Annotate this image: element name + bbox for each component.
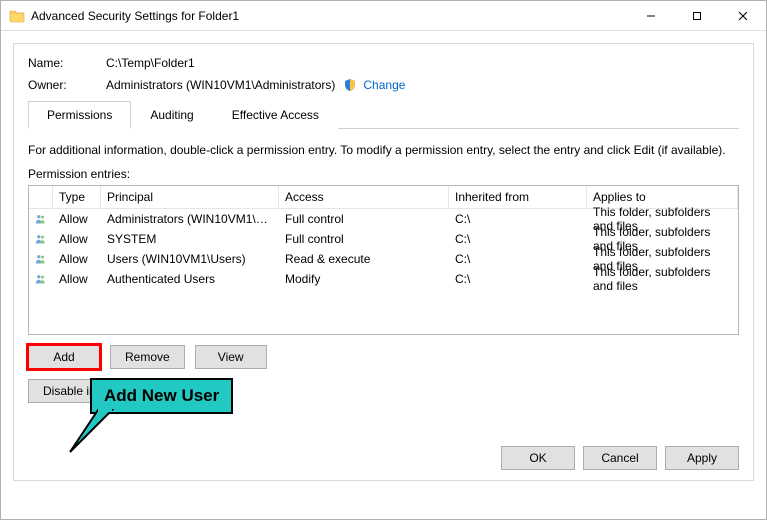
cell-principal: SYSTEM (101, 230, 279, 248)
window-title: Advanced Security Settings for Folder1 (31, 9, 628, 23)
view-button[interactable]: View (195, 345, 267, 369)
cell-principal: Authenticated Users (101, 270, 279, 288)
col-principal-header[interactable]: Principal (101, 186, 279, 208)
add-button[interactable]: Add (28, 345, 100, 369)
users-icon (29, 210, 53, 228)
callout-tail-icon (60, 406, 120, 456)
titlebar: Advanced Security Settings for Folder1 (1, 1, 766, 31)
close-icon (738, 11, 748, 21)
cancel-button[interactable]: Cancel (583, 446, 657, 470)
col-type-header[interactable]: Type (53, 186, 101, 208)
cell-type: Allow (53, 210, 101, 228)
tab-effective-access[interactable]: Effective Access (213, 101, 338, 129)
maximize-icon (692, 11, 702, 21)
users-icon (29, 250, 53, 268)
table-row[interactable]: AllowAuthenticated UsersModifyC:\This fo… (29, 269, 738, 289)
tab-permissions[interactable]: Permissions (28, 101, 131, 129)
security-settings-window: Advanced Security Settings for Folder1 N… (0, 0, 767, 520)
minimize-button[interactable] (628, 1, 674, 30)
cell-inherited: C:\ (449, 250, 587, 268)
name-row: Name: C:\Temp\Folder1 (28, 56, 739, 70)
footer-buttons: OK Cancel Apply (501, 446, 739, 470)
users-icon (29, 270, 53, 288)
remove-button[interactable]: Remove (110, 345, 185, 369)
cell-access: Full control (279, 210, 449, 228)
ok-button[interactable]: OK (501, 446, 575, 470)
apply-button[interactable]: Apply (665, 446, 739, 470)
users-icon (29, 230, 53, 248)
permission-entries-label: Permission entries: (28, 167, 739, 181)
maximize-button[interactable] (674, 1, 720, 30)
owner-label: Owner: (28, 78, 106, 92)
tabs: Permissions Auditing Effective Access (28, 100, 739, 129)
minimize-icon (646, 11, 656, 21)
cell-access: Full control (279, 230, 449, 248)
cell-inherited: C:\ (449, 230, 587, 248)
cell-inherited: C:\ (449, 270, 587, 288)
close-button[interactable] (720, 1, 766, 30)
cell-principal: Administrators (WIN10VM1\A... (101, 210, 279, 228)
name-label: Name: (28, 56, 106, 70)
entry-button-row: Add Remove View (28, 345, 739, 369)
cell-type: Allow (53, 250, 101, 268)
cell-access: Modify (279, 270, 449, 288)
owner-value: Administrators (WIN10VM1\Administrators) (106, 78, 335, 92)
cell-inherited: C:\ (449, 210, 587, 228)
name-value: C:\Temp\Folder1 (106, 56, 195, 70)
permission-entries-grid: Type Principal Access Inherited from App… (28, 185, 739, 335)
inner-panel: Name: C:\Temp\Folder1 Owner: Administrat… (13, 43, 754, 481)
folder-icon (9, 8, 25, 24)
content-area: Name: C:\Temp\Folder1 Owner: Administrat… (1, 31, 766, 519)
owner-row: Owner: Administrators (WIN10VM1\Administ… (28, 78, 739, 92)
cell-applies: This folder, subfolders and files (587, 263, 738, 295)
col-inherited-header[interactable]: Inherited from (449, 186, 587, 208)
shield-icon (343, 78, 357, 92)
col-access-header[interactable]: Access (279, 186, 449, 208)
grid-body: AllowAdministrators (WIN10VM1\A...Full c… (29, 209, 738, 289)
col-icon-header (29, 186, 53, 208)
tab-auditing[interactable]: Auditing (131, 101, 212, 129)
disable-inheritance-button[interactable]: Disable inheritance (28, 379, 160, 403)
cell-access: Read & execute (279, 250, 449, 268)
cell-type: Allow (53, 270, 101, 288)
cell-principal: Users (WIN10VM1\Users) (101, 250, 279, 268)
info-text: For additional information, double-click… (28, 143, 739, 157)
change-owner-link[interactable]: Change (363, 78, 405, 92)
cell-type: Allow (53, 230, 101, 248)
inheritance-row: Disable inheritance (28, 379, 739, 403)
